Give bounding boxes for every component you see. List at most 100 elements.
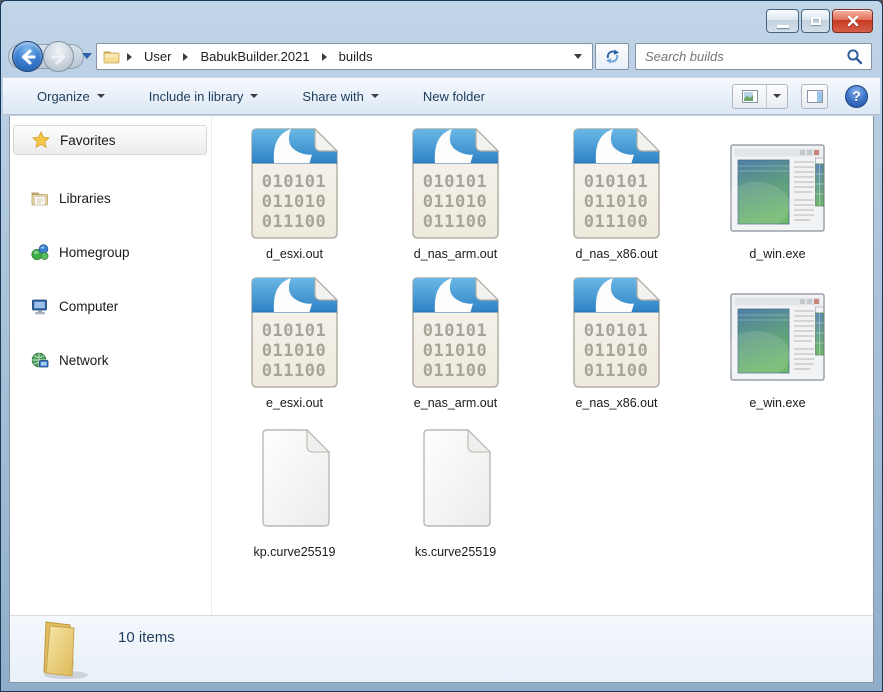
network-icon xyxy=(31,352,49,369)
sidebar-item-label: Favorites xyxy=(60,133,116,148)
file-tile[interactable]: 010101 011010 011100 d_nas_arm.out xyxy=(375,127,536,276)
file-name-label: kp.curve25519 xyxy=(253,545,335,559)
sidebar-item-network[interactable]: Network xyxy=(10,349,211,371)
star-icon xyxy=(32,131,50,149)
file-name-label: d_win.exe xyxy=(749,247,805,261)
svg-text:011010: 011010 xyxy=(262,192,326,212)
file-name-label: e_esxi.out xyxy=(266,396,323,410)
change-view-button[interactable] xyxy=(733,85,766,108)
breadcrumb-builds[interactable]: builds xyxy=(333,45,379,68)
forward-arrow-icon xyxy=(49,47,69,67)
sidebar-item-label: Libraries xyxy=(59,191,111,206)
binary-file-icon: 010101 011010 011100 xyxy=(407,276,504,389)
svg-text:010101: 010101 xyxy=(262,172,326,192)
binary-file-icon: 010101 011010 011100 xyxy=(568,127,665,240)
computer-icon xyxy=(31,298,49,315)
include-in-library-button[interactable]: Include in library xyxy=(149,89,259,104)
address-dropdown-icon[interactable] xyxy=(574,54,582,59)
binary-file-icon: 010101 011010 011100 xyxy=(246,276,343,389)
views-dropdown-button[interactable] xyxy=(766,85,787,108)
breadcrumb-babukbuilder[interactable]: BabukBuilder.2021 xyxy=(194,45,315,68)
libraries-icon xyxy=(31,190,49,206)
file-name-label: e_win.exe xyxy=(749,396,805,410)
address-bar[interactable]: User BabukBuilder.2021 builds xyxy=(96,43,593,70)
item-count: 10 items xyxy=(118,629,175,646)
views-icon xyxy=(742,90,758,103)
blank-document-icon xyxy=(255,425,335,538)
client-area: Favorites Libraries xyxy=(9,116,874,683)
svg-text:011100: 011100 xyxy=(423,361,487,381)
help-icon: ? xyxy=(852,88,861,104)
organize-label: Organize xyxy=(37,89,90,104)
breadcrumb-user[interactable]: User xyxy=(138,45,177,68)
close-button[interactable] xyxy=(832,9,873,33)
back-button[interactable] xyxy=(12,41,43,72)
body-row: Favorites Libraries xyxy=(10,116,873,615)
svg-text:011010: 011010 xyxy=(423,341,487,361)
address-folder-icon xyxy=(103,49,121,64)
file-name-label: d_nas_x86.out xyxy=(575,247,657,261)
history-dropdown-icon[interactable] xyxy=(82,53,92,59)
sidebar-item-label: Network xyxy=(59,353,109,368)
file-tile[interactable]: 010101 011010 011100 e_esxi.out xyxy=(214,276,375,425)
svg-text:010101: 010101 xyxy=(584,172,648,192)
breadcrumb-separator-icon xyxy=(127,53,132,61)
maximize-icon xyxy=(811,17,821,25)
organize-button[interactable]: Organize xyxy=(37,89,105,104)
share-with-button[interactable]: Share with xyxy=(302,89,378,104)
search-input[interactable] xyxy=(636,49,846,64)
blank-document-icon xyxy=(416,425,496,538)
forward-button[interactable] xyxy=(43,41,74,72)
back-arrow-icon xyxy=(18,47,38,67)
details-pane: 10 items xyxy=(10,615,873,682)
help-button[interactable]: ? xyxy=(845,85,868,108)
search-icon[interactable] xyxy=(846,48,864,66)
sidebar-item-label: Homegroup xyxy=(59,245,130,260)
svg-text:011010: 011010 xyxy=(262,341,326,361)
file-grid: 010101 011010 011100 d_esxi.out xyxy=(212,116,873,615)
refresh-button[interactable] xyxy=(595,43,629,70)
file-tile[interactable]: 010101 011010 011100 e_nas_arm.out xyxy=(375,276,536,425)
svg-text:011100: 011100 xyxy=(584,361,648,381)
sidebar-item-homegroup[interactable]: Homegroup xyxy=(10,241,211,263)
binary-file-icon: 010101 011010 011100 xyxy=(246,127,343,240)
new-folder-button[interactable]: New folder xyxy=(423,89,485,104)
svg-text:010101: 010101 xyxy=(423,172,487,192)
file-name-label: d_nas_arm.out xyxy=(414,247,497,261)
file-tile[interactable]: e_win.exe xyxy=(697,276,858,425)
close-icon xyxy=(846,15,860,27)
svg-text:011100: 011100 xyxy=(423,212,487,232)
chevron-down-icon xyxy=(97,94,105,98)
chevron-down-icon xyxy=(250,94,258,98)
preview-pane-button[interactable] xyxy=(801,84,828,109)
maximize-button[interactable] xyxy=(801,9,830,33)
sidebar-item-computer[interactable]: Computer xyxy=(10,295,211,317)
svg-text:011010: 011010 xyxy=(423,192,487,212)
svg-text:011010: 011010 xyxy=(584,192,648,212)
file-tile[interactable]: 010101 011010 011100 e_nas_x86.out xyxy=(536,276,697,425)
toolbar-right-group: ? xyxy=(732,84,868,109)
new-folder-label: New folder xyxy=(423,89,485,104)
file-tile[interactable]: 010101 011010 011100 d_nas_x86.out xyxy=(536,127,697,276)
sidebar-item-favorites[interactable]: Favorites xyxy=(13,125,207,155)
binary-file-icon: 010101 011010 011100 xyxy=(407,127,504,240)
svg-text:011100: 011100 xyxy=(262,212,326,232)
minimize-button[interactable] xyxy=(766,9,799,33)
chevron-down-icon xyxy=(773,94,781,98)
file-tile[interactable]: kp.curve25519 xyxy=(214,425,375,574)
minimize-icon xyxy=(777,25,789,28)
file-name-label: ks.curve25519 xyxy=(415,545,496,559)
application-file-icon xyxy=(730,127,825,240)
sidebar-item-libraries[interactable]: Libraries xyxy=(10,187,211,209)
breadcrumb-separator-icon xyxy=(322,53,327,61)
include-in-library-label: Include in library xyxy=(149,89,244,104)
window-controls xyxy=(766,9,873,33)
file-name-label: e_nas_arm.out xyxy=(414,396,497,410)
homegroup-icon xyxy=(31,243,49,261)
file-tile[interactable]: d_win.exe xyxy=(697,127,858,276)
file-tile[interactable]: ks.curve25519 xyxy=(375,425,536,574)
command-toolbar: Organize Include in library Share with N… xyxy=(3,77,880,115)
svg-text:011010: 011010 xyxy=(584,341,648,361)
file-tile[interactable]: 010101 011010 011100 d_esxi.out xyxy=(214,127,375,276)
file-name-label: e_nas_x86.out xyxy=(575,396,657,410)
